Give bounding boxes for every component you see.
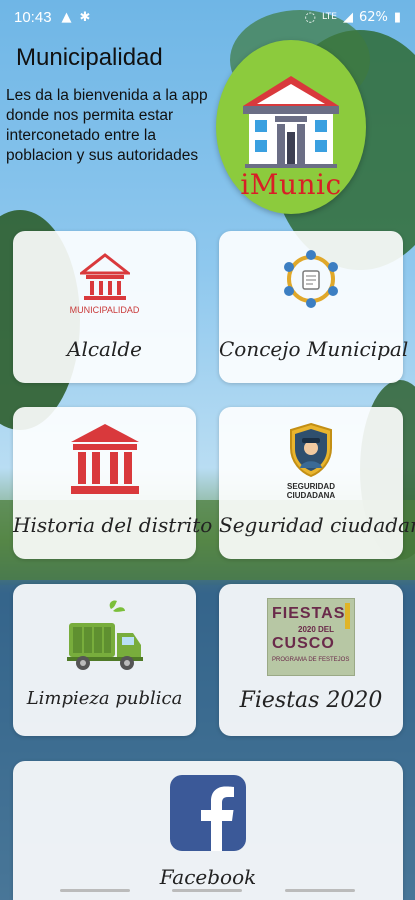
municipality-caption: MUNICIPALIDAD <box>69 305 140 315</box>
warning-icon: ▲ <box>61 9 72 25</box>
battery-percent: 62% <box>358 9 388 25</box>
status-bar: 10:43 ▲ ✱ ◌ LTE ◢ 62% ▮ <box>0 0 415 34</box>
fiestas-label: Fiestas 2020 <box>239 688 383 713</box>
alcalde-card[interactable]: MUNICIPALIDAD Alcalde <box>13 231 196 383</box>
lte-indicator: LTE <box>321 12 337 22</box>
historia-label: Historia del distrito <box>13 513 213 537</box>
poster-year: 2020 DEL <box>298 625 335 634</box>
limpieza-card[interactable]: Limpieza publica <box>13 584 196 736</box>
navigation-bar <box>0 880 415 900</box>
concejo-card[interactable]: Concejo Municipal <box>219 231 409 383</box>
seguridad-caption-1: SEGURIDAD <box>286 482 335 491</box>
status-right: ◌ LTE ◢ 62% ▮ <box>305 10 401 25</box>
historia-card[interactable]: Historia del distrito <box>13 407 213 559</box>
battery-icon: ▮ <box>393 9 401 25</box>
council-icon <box>284 250 338 308</box>
police-shield-icon <box>290 422 332 478</box>
seguridad-caption-2: CIUDADANA <box>286 491 336 500</box>
status-time: 10:43 <box>14 8 52 26</box>
garbage-truck-icon <box>67 600 143 670</box>
page-title: Municipalidad <box>16 44 163 71</box>
seguridad-label: Seguridad ciudadana <box>219 513 415 537</box>
poster-caption: PROGRAMA DE FESTEJOS <box>272 657 350 663</box>
poster-title-2: CUSCO <box>272 635 335 652</box>
welcome-text: Les da la bienvenida a la app donde nos … <box>6 87 208 164</box>
poster-title-1: FIESTAS <box>272 605 346 622</box>
building-columns-icon <box>71 424 139 494</box>
mute-icon: ◌ <box>304 9 316 25</box>
nav-home[interactable] <box>172 889 242 892</box>
seguridad-card[interactable]: SEGURIDAD CIUDADANA Seguridad ciudadana <box>219 407 415 559</box>
facebook-icon <box>170 775 246 851</box>
fiestas-card[interactable]: FIESTAS 2020 DEL CUSCO PROGRAMA DE FESTE… <box>219 584 403 736</box>
logo-text: iMunic <box>240 168 342 201</box>
signal-icon: ◢ <box>342 9 353 25</box>
alcalde-label: Alcalde <box>67 337 142 361</box>
settings-gear-icon: ✱ <box>79 9 91 25</box>
municipality-icon <box>80 253 130 300</box>
nav-recent-apps[interactable] <box>60 889 130 892</box>
nav-back[interactable] <box>285 889 355 892</box>
poster-accent <box>345 603 350 629</box>
limpieza-label: Limpieza publica <box>26 688 183 709</box>
app-logo: iMunic <box>216 40 366 214</box>
town-hall-icon <box>243 76 339 168</box>
concejo-label: Concejo Municipal <box>219 337 409 361</box>
fiestas-poster: FIESTAS 2020 DEL CUSCO PROGRAMA DE FESTE… <box>267 598 355 676</box>
